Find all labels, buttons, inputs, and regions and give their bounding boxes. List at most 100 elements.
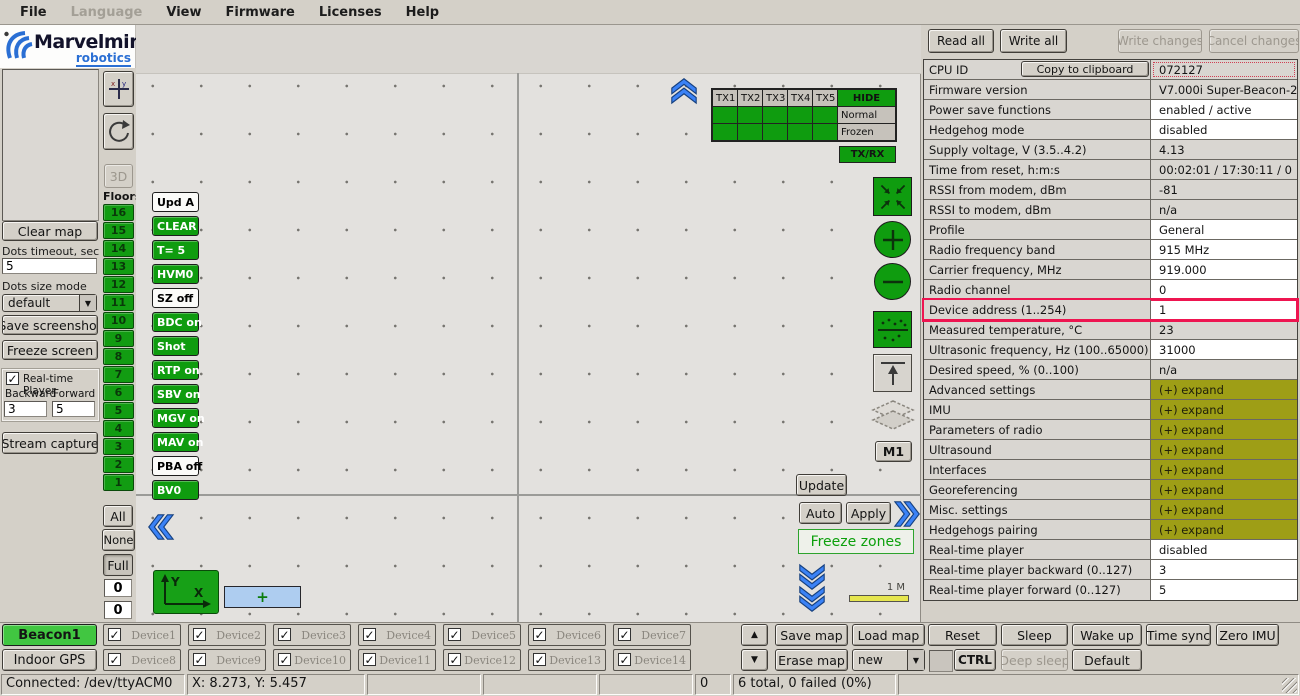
- floor-button-10[interactable]: 10: [103, 312, 134, 329]
- clear-map-button[interactable]: Clear map: [2, 221, 98, 241]
- floor-button-1[interactable]: 1: [103, 474, 134, 491]
- tx-row-label-hide[interactable]: HIDE: [838, 90, 895, 106]
- fit-view-button[interactable]: [873, 177, 912, 216]
- menu-item-help[interactable]: Help: [394, 5, 451, 20]
- checkbox-icon[interactable]: ✓: [618, 628, 631, 641]
- checkbox-icon[interactable]: ✓: [363, 653, 376, 666]
- tx-rx-toggle[interactable]: TX/RX: [839, 146, 896, 163]
- auto-button[interactable]: Auto: [799, 502, 842, 524]
- floor-button-7[interactable]: 7: [103, 366, 134, 383]
- show-dots-button[interactable]: [873, 311, 912, 348]
- tx-header-tx5[interactable]: TX5: [813, 90, 837, 106]
- xy-axes-button[interactable]: x y: [103, 71, 134, 107]
- map-button-sz-off[interactable]: SZ off: [152, 288, 199, 308]
- param-value-ultrasonic-frequency-hz-100-65000[interactable]: 31000: [1151, 340, 1297, 359]
- tx-header-tx1[interactable]: TX1: [713, 90, 737, 106]
- map-button-t-5[interactable]: T= 5: [152, 240, 199, 260]
- map-button-hvm0[interactable]: HVM0: [152, 264, 199, 284]
- floor-button-9[interactable]: 9: [103, 330, 134, 347]
- param-value-interfaces[interactable]: (+) expand: [1151, 460, 1297, 479]
- indoor-gps-button[interactable]: Indoor GPS: [2, 649, 97, 671]
- param-value-real-time-player-backward-0-127[interactable]: 3: [1151, 560, 1297, 579]
- param-value-radio-channel[interactable]: 0: [1151, 280, 1297, 299]
- map-button-rtp-on[interactable]: RTP on: [152, 360, 199, 380]
- menu-item-firmware[interactable]: Firmware: [214, 5, 307, 20]
- floor-button-13[interactable]: 13: [103, 258, 134, 275]
- scroll-down-button[interactable]: ▼: [741, 649, 768, 671]
- expand-right-icon[interactable]: [893, 498, 923, 530]
- checkbox-icon[interactable]: ✓: [278, 628, 291, 641]
- checkbox-icon[interactable]: ✓: [448, 653, 461, 666]
- checkbox-icon[interactable]: ✓: [448, 628, 461, 641]
- load-map-button[interactable]: Load map: [852, 624, 925, 646]
- floor-button-11[interactable]: 11: [103, 294, 134, 311]
- param-value-hedgehogs-pairing[interactable]: (+) expand: [1151, 520, 1297, 539]
- param-value-carrier-frequency-mhz[interactable]: 919.000: [1151, 260, 1297, 279]
- collapse-down-icon[interactable]: [796, 585, 828, 615]
- device-checkbox-device10[interactable]: ✓Device10: [273, 649, 351, 671]
- tx-header-tx4[interactable]: TX4: [788, 90, 812, 106]
- backward-input[interactable]: [4, 401, 47, 417]
- device-checkbox-device11[interactable]: ✓Device11: [358, 649, 436, 671]
- map-canvas[interactable]: TX1TX2TX3TX4TX5HIDENormalFrozen TX/RX Up…: [136, 25, 921, 622]
- device-checkbox-device14[interactable]: ✓Device14: [613, 649, 691, 671]
- rotate-view-button[interactable]: [103, 113, 134, 150]
- tx-state-cell-r1c2[interactable]: [738, 107, 762, 123]
- map-button-clear[interactable]: CLEAR: [152, 216, 199, 236]
- dots-size-mode-select[interactable]: default ▼: [2, 294, 97, 312]
- checkbox-icon[interactable]: ✓: [193, 628, 206, 641]
- map-button-pba-off[interactable]: PBA off: [152, 456, 199, 476]
- tx-header-tx2[interactable]: TX2: [738, 90, 762, 106]
- tx-state-cell-r2c2[interactable]: [738, 124, 762, 140]
- floors-full-button[interactable]: Full: [103, 554, 133, 576]
- floor-button-15[interactable]: 15: [103, 222, 134, 239]
- tx-row-label-frozen[interactable]: Frozen: [838, 124, 895, 140]
- param-value-imu[interactable]: (+) expand: [1151, 400, 1297, 419]
- freeze-screen-button[interactable]: Freeze screen: [2, 340, 98, 360]
- layers-icon[interactable]: [871, 399, 915, 439]
- forward-input[interactable]: [52, 401, 95, 417]
- floor-button-5[interactable]: 5: [103, 402, 134, 419]
- tx-state-cell-r2c1[interactable]: [713, 124, 737, 140]
- param-value-hedgehog-mode[interactable]: disabled: [1151, 120, 1297, 139]
- floor-spin-lower[interactable]: [104, 601, 132, 619]
- menu-item-licenses[interactable]: Licenses: [307, 5, 394, 20]
- wake-up-button[interactable]: Wake up: [1072, 624, 1142, 646]
- map-button-bdc-on[interactable]: BDC on: [152, 312, 199, 332]
- map-button-shot[interactable]: Shot: [152, 336, 199, 356]
- floor-spin-upper[interactable]: [104, 579, 132, 597]
- stream-capture-button[interactable]: Stream capture: [2, 432, 98, 454]
- map-button-mgv-on[interactable]: MGV on: [152, 408, 199, 428]
- param-value-profile[interactable]: General: [1151, 220, 1297, 239]
- device-checkbox-device9[interactable]: ✓Device9: [188, 649, 266, 671]
- device-checkbox-device12[interactable]: ✓Device12: [443, 649, 521, 671]
- copy-to-clipboard-button[interactable]: Copy to clipboard: [1021, 61, 1149, 77]
- chevron-down-icon[interactable]: ▼: [907, 650, 924, 670]
- checkbox-icon[interactable]: ✓: [618, 653, 631, 666]
- param-value-real-time-player[interactable]: disabled: [1151, 540, 1297, 559]
- device-checkbox-device4[interactable]: ✓Device4: [358, 624, 436, 646]
- param-value-parameters-of-radio[interactable]: (+) expand: [1151, 420, 1297, 439]
- param-value-real-time-player-forward-0-127[interactable]: 5: [1151, 580, 1297, 600]
- floor-button-12[interactable]: 12: [103, 276, 134, 293]
- tx-state-cell-r1c4[interactable]: [788, 107, 812, 123]
- checkbox-icon[interactable]: ✓: [533, 653, 546, 666]
- map-button-upd-a[interactable]: Upd A: [152, 192, 199, 212]
- map-button-bv0[interactable]: BV0: [152, 480, 199, 500]
- device-checkbox-device2[interactable]: ✓Device2: [188, 624, 266, 646]
- device-checkbox-device7[interactable]: ✓Device7: [613, 624, 691, 646]
- floor-button-8[interactable]: 8: [103, 348, 134, 365]
- param-value-ultrasound[interactable]: (+) expand: [1151, 440, 1297, 459]
- default-button[interactable]: Default: [1072, 649, 1142, 671]
- param-value-radio-frequency-band[interactable]: 915 MHz: [1151, 240, 1297, 259]
- device-checkbox-device3[interactable]: ✓Device3: [273, 624, 351, 646]
- device-checkbox-device1[interactable]: ✓Device1: [103, 624, 181, 646]
- erase-map-button[interactable]: Erase map: [775, 649, 848, 671]
- checkbox-icon[interactable]: ✓: [278, 653, 291, 666]
- reset-button[interactable]: Reset: [928, 624, 997, 646]
- floor-button-3[interactable]: 3: [103, 438, 134, 455]
- device-list[interactable]: [2, 69, 99, 221]
- read-all-button[interactable]: Read all: [928, 29, 994, 53]
- checkbox-icon[interactable]: ✓: [193, 653, 206, 666]
- zoom-out-button[interactable]: [874, 263, 911, 300]
